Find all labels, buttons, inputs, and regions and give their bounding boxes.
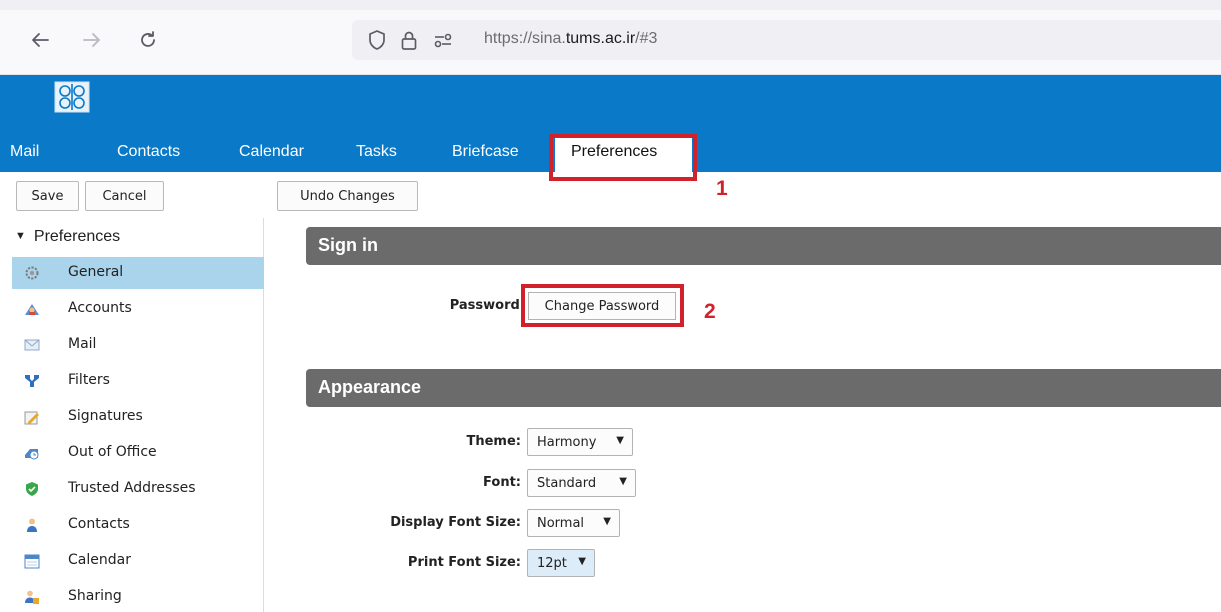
sidebar-item-general[interactable]: General xyxy=(12,257,264,289)
sign-in-title: Sign in xyxy=(318,235,378,255)
font-select[interactable]: Standard ▼ xyxy=(527,469,636,497)
chevron-down-icon: ▼ xyxy=(619,476,627,487)
sharing-icon xyxy=(25,590,39,604)
out-of-office-icon xyxy=(25,449,39,460)
sidebar-item-label: Mail xyxy=(68,336,97,352)
signature-icon xyxy=(24,411,39,425)
forward-arrow-icon[interactable] xyxy=(77,27,107,53)
sign-in-section-header: Sign in xyxy=(306,227,1221,265)
sidebar-item-filters[interactable]: Filters xyxy=(12,365,264,397)
sidebar-item-sharing[interactable]: Sharing xyxy=(12,581,264,612)
password-label: Password: xyxy=(449,298,525,313)
filter-icon xyxy=(25,375,39,387)
annotation-step-2: 2 xyxy=(704,300,716,323)
lock-icon[interactable] xyxy=(398,29,420,51)
tab-tasks[interactable]: Tasks xyxy=(356,143,397,161)
sidebar-item-out-of-office[interactable]: Out of Office xyxy=(12,437,264,469)
sidebar-item-label: Signatures xyxy=(68,408,143,424)
sidebar-item-label: Accounts xyxy=(68,300,132,316)
browser-tab-strip xyxy=(0,0,1221,10)
sidebar-item-label: General xyxy=(68,264,124,280)
print-font-size-value: 12pt xyxy=(537,556,567,571)
reload-icon[interactable] xyxy=(133,27,163,53)
theme-select[interactable]: Harmony ▼ xyxy=(527,428,633,456)
sidebar-item-label: Trusted Addresses xyxy=(68,480,196,496)
font-value: Standard xyxy=(537,476,597,491)
preferences-tree-header[interactable]: ▼ Preferences xyxy=(15,228,120,246)
tab-briefcase[interactable]: Briefcase xyxy=(452,143,519,161)
sidebar-item-signatures[interactable]: Signatures xyxy=(12,401,264,433)
tracking-shield-icon[interactable] xyxy=(366,29,388,51)
accounts-icon xyxy=(25,304,39,315)
chevron-down-icon: ▼ xyxy=(616,435,624,446)
tab-contacts[interactable]: Contacts xyxy=(117,143,180,161)
contact-person-icon xyxy=(27,518,37,532)
envelope-icon xyxy=(24,339,40,351)
theme-label: Theme: xyxy=(466,434,521,449)
display-font-size-select[interactable]: Normal ▼ xyxy=(527,509,620,537)
preferences-tree-label: Preferences xyxy=(33,228,121,245)
display-font-size-value: Normal xyxy=(537,516,585,531)
gear-icon xyxy=(25,266,39,280)
annotation-highlight-2 xyxy=(521,284,684,327)
sidebar-item-label: Contacts xyxy=(68,516,130,532)
font-label: Font: xyxy=(483,475,521,490)
appearance-title: Appearance xyxy=(318,377,422,397)
university-logo-icon xyxy=(54,81,90,113)
annotation-highlight-1 xyxy=(549,134,697,181)
collapse-triangle-icon[interactable]: ▼ xyxy=(15,230,26,242)
display-font-size-label: Display Font Size: xyxy=(390,515,521,530)
chevron-down-icon: ▼ xyxy=(578,556,586,567)
save-button[interactable]: Save xyxy=(16,181,79,211)
sidebar-item-mail[interactable]: Mail xyxy=(12,329,264,361)
cancel-button[interactable]: Cancel xyxy=(85,181,164,211)
sidebar-item-label: Sharing xyxy=(68,588,122,604)
sidebar-item-contacts[interactable]: Contacts xyxy=(12,509,264,541)
back-arrow-icon[interactable] xyxy=(25,27,55,53)
annotation-step-1: 1 xyxy=(716,177,728,200)
calendar-icon xyxy=(24,554,40,569)
appearance-section-header: Appearance xyxy=(306,369,1221,407)
url-text[interactable]: https://sina.tums.ac.ir/#3 xyxy=(484,30,657,48)
sidebar-item-label: Filters xyxy=(68,372,110,388)
address-bar[interactable]: https://sina.tums.ac.ir/#3 xyxy=(352,20,1221,60)
sidebar-item-calendar[interactable]: Calendar xyxy=(12,545,264,577)
browser-toolbar: https://sina.tums.ac.ir/#3 xyxy=(0,0,1221,75)
sidebar-item-accounts[interactable]: Accounts xyxy=(12,293,264,325)
chevron-down-icon: ▼ xyxy=(603,516,611,527)
undo-changes-button[interactable]: Undo Changes xyxy=(277,181,418,211)
sidebar-item-label: Out of Office xyxy=(68,444,157,460)
print-font-size-label: Print Font Size: xyxy=(407,555,521,570)
print-font-size-select[interactable]: 12pt ▼ xyxy=(527,549,595,577)
sidebar-item-trusted-addresses[interactable]: Trusted Addresses xyxy=(12,473,264,505)
permissions-icon[interactable] xyxy=(432,29,454,51)
shield-check-icon xyxy=(26,482,38,496)
tab-mail[interactable]: Mail xyxy=(10,143,39,161)
tab-calendar[interactable]: Calendar xyxy=(239,143,304,161)
sidebar-item-label: Calendar xyxy=(68,552,131,568)
theme-value: Harmony xyxy=(537,435,597,450)
